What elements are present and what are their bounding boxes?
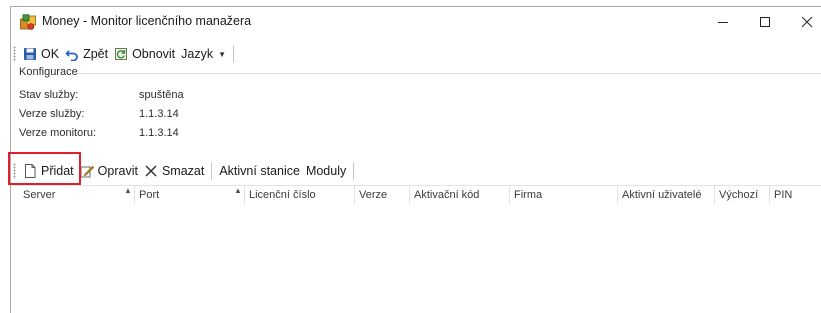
back-label: Zpět [83, 47, 109, 61]
save-icon [24, 48, 36, 60]
back-button[interactable]: Zpět [62, 44, 111, 64]
service-version-label: Verze služby: [19, 108, 85, 120]
service-status-label: Stav služby: [19, 89, 79, 101]
toolbar-separator [353, 162, 355, 180]
edit-label: Opravit [97, 164, 138, 178]
minimize-button[interactable] [703, 7, 743, 37]
sort-ascending-icon: ▲ [124, 186, 132, 195]
config-group-title: Konfigurace [19, 66, 78, 78]
delete-button[interactable]: Smazat [141, 161, 207, 181]
column-header-license-number[interactable]: Licenční číslo [245, 186, 355, 204]
modules-button[interactable]: Moduly [303, 161, 349, 181]
minimize-icon [718, 22, 728, 23]
table-header: Server ▲ Port ▲ Licenční číslo Verze Akt… [11, 185, 821, 205]
modules-label: Moduly [305, 164, 347, 178]
config-group-divider [77, 73, 821, 74]
service-version-value: 1.1.3.14 [139, 108, 179, 120]
maximize-icon [760, 17, 770, 27]
edit-icon [80, 165, 94, 178]
delete-icon [145, 165, 157, 177]
toolbar-grip[interactable] [13, 46, 16, 62]
maximize-button[interactable] [745, 7, 785, 37]
delete-label: Smazat [161, 164, 205, 178]
monitor-version-label: Verze monitoru: [19, 127, 97, 139]
language-label: Jazyk [181, 47, 214, 61]
toolbar-separator [233, 45, 235, 63]
title-bar[interactable]: Money - Monitor licenčního manažera [11, 7, 821, 37]
refresh-button[interactable]: Obnovit [111, 44, 178, 64]
sort-ascending-icon: ▲ [234, 186, 242, 195]
main-window: Money - Monitor licenčního manažera OK Z… [8, 6, 821, 313]
column-header-company[interactable]: Firma [510, 186, 618, 204]
column-header-active-users[interactable]: Aktivní uživatelé [618, 186, 715, 204]
money-app-icon [20, 14, 36, 30]
column-header-pin[interactable]: PIN [770, 186, 821, 204]
close-icon [801, 16, 813, 28]
active-stations-button[interactable]: Aktivní stanice [216, 161, 303, 181]
edit-button[interactable]: Opravit [77, 161, 141, 181]
window-title: Money - Monitor licenčního manažera [42, 14, 252, 28]
main-toolbar: OK Zpět Obnovit Jazyk ▼ [11, 42, 821, 66]
column-header-default[interactable]: Výchozí [715, 186, 770, 204]
service-status-value: spuštěna [139, 89, 184, 101]
ok-button[interactable]: OK [20, 44, 62, 64]
undo-icon [65, 50, 78, 61]
table-body[interactable] [11, 204, 821, 313]
column-header-version[interactable]: Verze [355, 186, 410, 204]
add-button-highlight [8, 152, 81, 185]
list-toolbar: Přidat Opravit Smazat Aktivní stanice Mo… [11, 159, 821, 183]
monitor-version-value: 1.1.3.14 [139, 127, 179, 139]
active-stations-label: Aktivní stanice [219, 164, 300, 178]
column-header-port[interactable]: Port [135, 186, 245, 204]
ok-label: OK [41, 47, 60, 61]
column-header-activation-code[interactable]: Aktivační kód [410, 186, 510, 204]
refresh-label: Obnovit [132, 47, 176, 61]
close-button[interactable] [787, 7, 821, 37]
dropdown-arrow-icon: ▼ [218, 49, 227, 59]
language-dropdown[interactable]: Jazyk ▼ [178, 44, 229, 64]
refresh-icon [115, 48, 128, 60]
column-header-server[interactable]: Server [11, 186, 135, 204]
toolbar-separator [211, 162, 213, 180]
